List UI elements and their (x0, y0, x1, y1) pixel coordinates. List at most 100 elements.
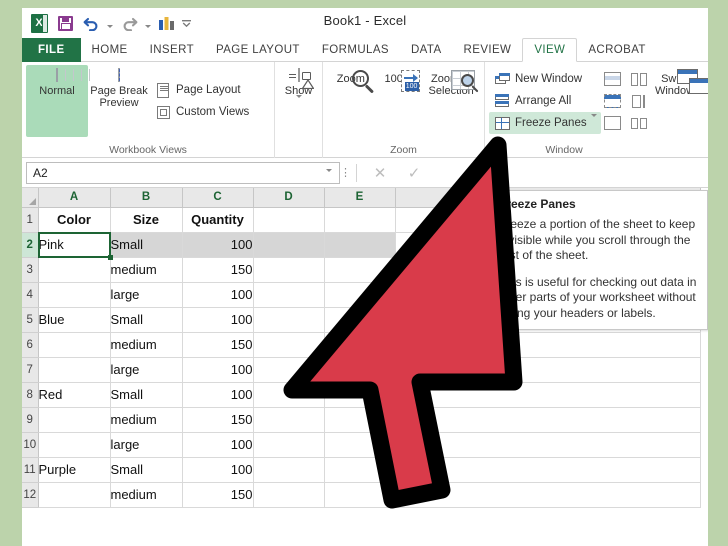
cell-e5[interactable] (324, 307, 396, 333)
cell-b2[interactable]: Small (110, 232, 183, 258)
cell-b12[interactable]: medium (110, 482, 183, 508)
zoom-button[interactable]: Zoom (327, 65, 375, 137)
cell-c8[interactable]: 100 (182, 382, 254, 408)
cell-e6[interactable] (324, 332, 396, 358)
cell-a6[interactable] (38, 332, 111, 358)
cell-a7[interactable] (38, 357, 111, 383)
synchronous-scrolling-button[interactable] (627, 91, 651, 111)
arrange-all-button[interactable]: Arrange All (489, 90, 601, 112)
cell-a12[interactable] (38, 482, 111, 508)
cell-e7[interactable] (324, 357, 396, 383)
cell-b10[interactable]: large (110, 432, 183, 458)
cell-a8[interactable]: Red (38, 382, 111, 408)
cell-d3[interactable] (253, 257, 325, 283)
cancel-button[interactable]: ✕ (363, 162, 397, 184)
cell-e8[interactable] (324, 382, 396, 408)
enter-button[interactable]: ✓ (397, 162, 431, 184)
cell-a4[interactable] (38, 282, 111, 308)
cell-a3[interactable] (38, 257, 111, 283)
cell-f11[interactable] (395, 457, 701, 483)
cell-f9[interactable] (395, 407, 701, 433)
column-header-b[interactable]: B (110, 188, 183, 208)
cell-e2[interactable] (324, 232, 396, 258)
cell-b9[interactable]: medium (110, 407, 183, 433)
normal-view-button[interactable]: Normal (26, 65, 90, 137)
row-header-2[interactable]: 2 (22, 232, 39, 258)
cell-d11[interactable] (253, 457, 325, 483)
cell-d10[interactable] (253, 432, 325, 458)
new-window-button[interactable]: New Window (489, 68, 601, 90)
cell-b7[interactable]: large (110, 357, 183, 383)
name-box-dropdown-icon[interactable] (326, 168, 332, 186)
cell-d8[interactable] (253, 382, 325, 408)
freeze-panes-button[interactable]: Freeze Panes (489, 112, 601, 134)
row-header-8[interactable]: 8 (22, 382, 39, 408)
row-header-1[interactable]: 1 (22, 207, 39, 233)
tab-data[interactable]: DATA (400, 38, 453, 62)
row-header-4[interactable]: 4 (22, 282, 39, 308)
cell-a11[interactable]: Purple (38, 457, 111, 483)
cell-c1[interactable]: Quantity (182, 207, 254, 233)
row-header-5[interactable]: 5 (22, 307, 39, 333)
column-header-e[interactable]: E (324, 188, 396, 208)
cell-c11[interactable]: 100 (182, 457, 254, 483)
cell-e12[interactable] (324, 482, 396, 508)
page-layout-button[interactable]: Page Layout (150, 79, 253, 101)
cell-e1[interactable] (324, 207, 396, 233)
column-header-a[interactable]: A (38, 188, 111, 208)
cell-d12[interactable] (253, 482, 325, 508)
cell-f12[interactable] (395, 482, 701, 508)
cell-c6[interactable]: 150 (182, 332, 254, 358)
row-header-7[interactable]: 7 (22, 357, 39, 383)
show-button[interactable]: Show (279, 65, 318, 137)
zoom-100-button[interactable]: 100 100% (375, 65, 423, 137)
cell-d5[interactable] (253, 307, 325, 333)
tab-home[interactable]: HOME (81, 38, 139, 62)
cell-c3[interactable]: 150 (182, 257, 254, 283)
cell-f6[interactable] (395, 332, 701, 358)
cell-d4[interactable] (253, 282, 325, 308)
cell-f10[interactable] (395, 432, 701, 458)
cell-c7[interactable]: 100 (182, 357, 254, 383)
fill-handle[interactable] (107, 254, 113, 260)
zoom-to-selection-button[interactable]: Zoom to Selection (422, 65, 480, 137)
cell-a2[interactable]: Pink (37, 231, 113, 260)
page-break-preview-button[interactable]: Page Break Preview (88, 65, 150, 137)
cell-d7[interactable] (253, 357, 325, 383)
tab-page-layout[interactable]: PAGE LAYOUT (205, 38, 311, 62)
show-dropdown-icon[interactable] (295, 95, 302, 110)
cell-a10[interactable] (38, 432, 111, 458)
reset-window-position-button[interactable] (627, 113, 651, 133)
cell-b4[interactable]: large (110, 282, 183, 308)
cell-e4[interactable] (324, 282, 396, 308)
cell-e3[interactable] (324, 257, 396, 283)
cell-a5[interactable]: Blue (38, 307, 111, 333)
cell-d9[interactable] (253, 407, 325, 433)
freeze-panes-dropdown-icon[interactable] (590, 114, 597, 129)
cell-e9[interactable] (324, 407, 396, 433)
cell-b5[interactable]: Small (110, 307, 183, 333)
cell-c2[interactable]: 100 (182, 232, 254, 258)
cell-b3[interactable]: medium (110, 257, 183, 283)
tab-acrobat[interactable]: ACROBAT (577, 38, 657, 62)
name-box[interactable]: A2 (26, 161, 340, 186)
row-header-11[interactable]: 11 (22, 457, 39, 483)
cell-c12[interactable]: 150 (182, 482, 254, 508)
cell-b1[interactable]: Size (110, 207, 183, 233)
cell-b6[interactable]: medium (110, 332, 183, 358)
view-side-by-side-button[interactable] (627, 69, 651, 89)
cell-b11[interactable]: Small (110, 457, 183, 483)
split-button[interactable] (601, 69, 625, 89)
cell-d2[interactable] (253, 232, 325, 258)
switch-windows-button[interactable]: Switch Windows (655, 65, 708, 137)
tab-view[interactable]: VIEW (522, 38, 578, 62)
cell-c9[interactable]: 150 (182, 407, 254, 433)
tab-insert[interactable]: INSERT (139, 38, 205, 62)
unhide-button[interactable] (601, 113, 625, 133)
cell-d6[interactable] (253, 332, 325, 358)
cell-c5[interactable]: 100 (182, 307, 254, 333)
select-all-corner[interactable] (22, 188, 39, 208)
row-header-6[interactable]: 6 (22, 332, 39, 358)
formula-bar-options-icon[interactable]: ⋮ (340, 167, 351, 178)
hide-button[interactable] (601, 91, 625, 111)
